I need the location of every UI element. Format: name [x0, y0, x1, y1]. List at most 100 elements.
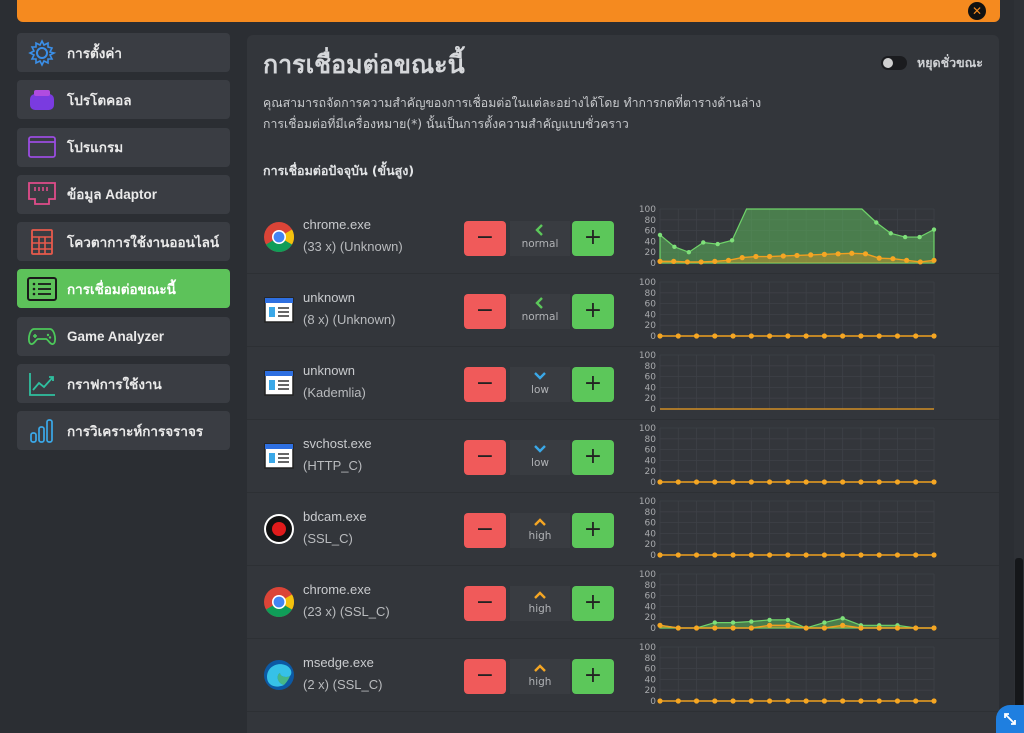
decrease-priority-button[interactable]: − [464, 659, 506, 694]
sidebar-item-2[interactable]: โปรแกรม [17, 127, 230, 167]
y-tick-label: 40 [645, 383, 657, 393]
data-point-orange [913, 625, 919, 631]
traffic-chart: 100806040200 [639, 205, 937, 269]
edge-icon [263, 659, 295, 691]
data-point-green [701, 240, 706, 245]
data-point-orange [671, 258, 677, 264]
priority-indicator[interactable]: high [510, 586, 570, 621]
increase-priority-button[interactable]: + [572, 294, 614, 329]
data-point-orange [657, 552, 663, 558]
data-point-orange [725, 257, 732, 263]
data-point-orange [913, 552, 919, 558]
process-info: (23 x) (SSL_C) [303, 604, 390, 619]
data-point-green [840, 616, 845, 621]
data-point-orange [657, 333, 663, 339]
decrease-priority-button[interactable]: − [464, 440, 506, 475]
traffic-chart: 100806040200 [639, 351, 935, 415]
sidebar-item-3[interactable]: ข้อมูล Adaptor [17, 174, 230, 214]
priority-indicator[interactable]: low [510, 440, 570, 475]
sidebar-item-label: Game Analyzer [67, 328, 165, 344]
sidebar-item-6[interactable]: Game Analyzer [17, 316, 230, 356]
data-point-green [686, 250, 692, 255]
process-name: svchost.exe [303, 436, 372, 451]
y-tick-label: 100 [639, 497, 656, 507]
y-tick-label: 60 [645, 519, 657, 529]
data-point-orange [876, 625, 882, 631]
data-point-green [712, 620, 717, 625]
increase-priority-button[interactable]: + [572, 513, 614, 548]
sidebar-item-4[interactable]: โควตาการใช้งานออนไลน์ [17, 222, 230, 262]
scrollbar-track[interactable] [1014, 0, 1024, 733]
increase-priority-button[interactable]: + [572, 221, 614, 256]
y-tick-label: 100 [639, 643, 656, 653]
increase-priority-button[interactable]: + [572, 440, 614, 475]
data-point-orange [712, 333, 718, 339]
data-point-orange [675, 552, 681, 558]
process-info: (SSL_C) [303, 531, 353, 546]
priority-indicator[interactable]: high [510, 659, 570, 694]
data-point-green [672, 244, 677, 249]
sidebar-item-5[interactable]: การเชื่อมต่อขณะนี้ [17, 269, 230, 309]
data-point-orange [748, 552, 754, 558]
increase-priority-button[interactable]: + [572, 659, 614, 694]
data-point-orange [803, 625, 809, 631]
connection-row[interactable]: chrome.exe (33 x) (Unknown) − normal +100 80 6… [247, 201, 999, 274]
data-point-orange [675, 625, 681, 631]
pause-control[interactable]: หยุดชั่วขณะ [880, 53, 983, 73]
priority-down-arrow-icon [510, 369, 570, 383]
data-point-orange [657, 258, 663, 264]
increase-priority-button[interactable]: + [572, 367, 614, 402]
priority-up-arrow-icon [510, 661, 570, 675]
data-point-orange [840, 622, 846, 628]
connection-row[interactable]: unknown (Kademlia) − low +100 80 60 40 20 0 [247, 347, 999, 420]
connection-row[interactable]: svchost.exe (HTTP_C) − low +100 80 60 40 20 0 [247, 420, 999, 493]
sidebar-item-8[interactable]: การวิเคราะห์การจราจร [17, 411, 230, 451]
close-icon[interactable]: ✕ [968, 2, 986, 20]
connection-row[interactable]: bdcam.exe (SSL_C) − high +100 80 60 40 20 0 [247, 493, 999, 566]
resize-icon[interactable] [996, 705, 1024, 733]
data-point-orange [753, 253, 759, 260]
connection-row[interactable]: msedge.exe (2 x) (SSL_C) − high +100 80 60 40 20… [247, 639, 999, 712]
y-tick-label: 40 [645, 602, 657, 612]
connection-row[interactable]: unknown (8 x) (Unknown) − normal +100 80 60 40 2… [247, 274, 999, 347]
sidebar-item-1[interactable]: โปรโตคอล [17, 80, 230, 120]
increase-priority-button[interactable]: + [572, 586, 614, 621]
data-point-orange [684, 259, 690, 265]
data-point-orange [931, 625, 937, 631]
y-tick-label: 100 [639, 351, 656, 361]
y-tick-label: 100 [639, 424, 656, 434]
data-point-green [874, 220, 879, 225]
data-point-orange [876, 255, 882, 261]
pause-toggle[interactable] [880, 56, 907, 70]
priority-indicator[interactable]: high [510, 513, 570, 548]
data-point-orange [730, 479, 736, 485]
priority-indicator[interactable]: low [510, 367, 570, 402]
decrease-priority-button[interactable]: − [464, 586, 506, 621]
y-tick-label: 0 [650, 697, 656, 707]
connection-row[interactable]: chrome.exe (23 x) (SSL_C) − high +100 80 60 40 2… [247, 566, 999, 639]
connections-panel: การเชื่อมต่อขณะนี้ หยุดชั่วขณะ คุณสามารถ… [247, 35, 999, 733]
decrease-priority-button[interactable]: − [464, 513, 506, 548]
decrease-priority-button[interactable]: − [464, 367, 506, 402]
sidebar-item-0[interactable]: การตั้งค่า [17, 33, 230, 72]
data-point-orange [748, 698, 754, 704]
page-title: การเชื่อมต่อขณะนี้ [263, 51, 465, 79]
y-tick-label: 60 [645, 592, 657, 602]
process-info: (33 x) (Unknown) [303, 239, 403, 254]
decrease-priority-button[interactable]: − [464, 221, 506, 256]
process-name: msedge.exe [303, 655, 374, 670]
data-point-orange [657, 622, 663, 628]
y-tick-label: 0 [650, 551, 656, 561]
priority-indicator[interactable]: normal [510, 221, 570, 256]
app-window-icon [263, 367, 295, 399]
process-name: unknown [303, 363, 356, 378]
sidebar-item-7[interactable]: กราฟการใช้งาน [17, 364, 230, 404]
data-point-green [730, 620, 736, 625]
data-point-orange [712, 698, 718, 704]
data-point-orange [693, 479, 700, 485]
data-point-green [715, 241, 720, 247]
decrease-priority-button[interactable]: − [464, 294, 506, 329]
priority-indicator[interactable]: normal [510, 294, 570, 329]
data-point-orange [748, 333, 754, 339]
traffic-chart: 100806040200 [639, 278, 937, 342]
